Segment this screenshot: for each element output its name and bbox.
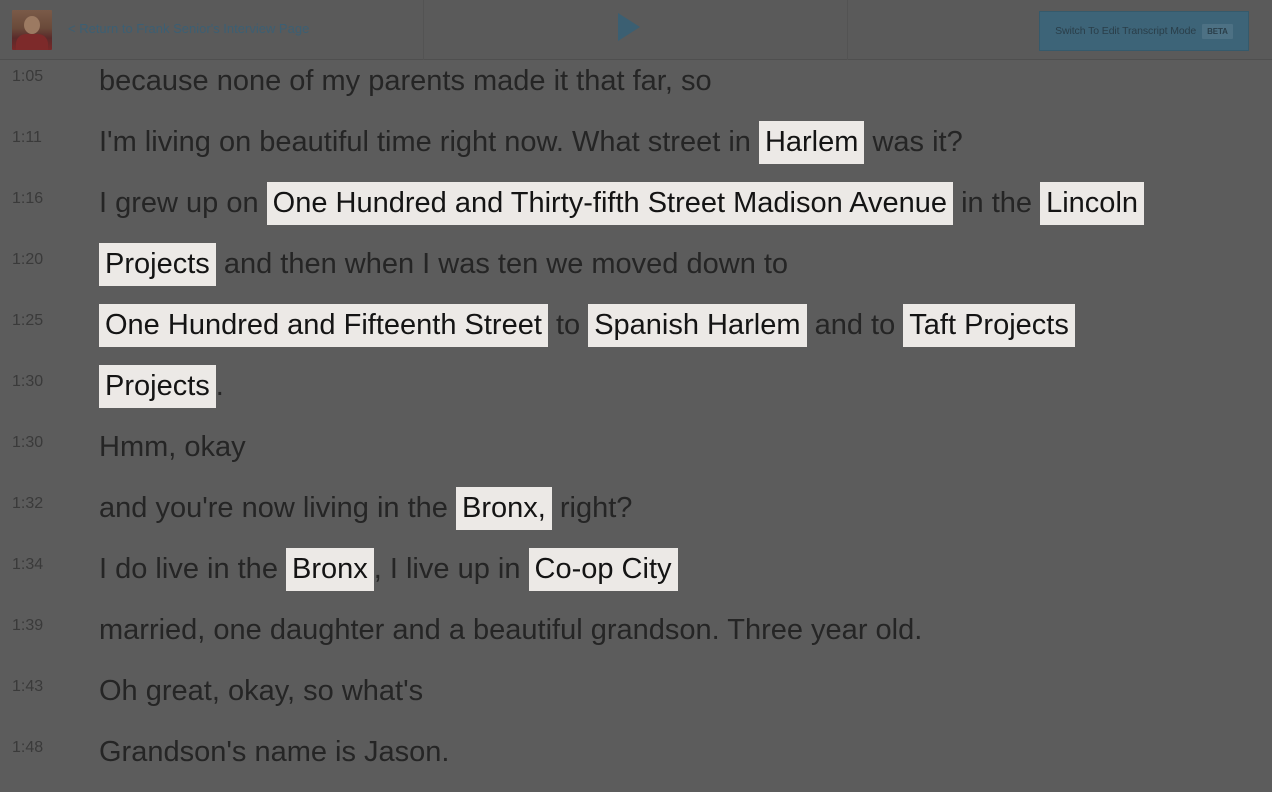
interviewee-avatar[interactable]	[12, 10, 52, 50]
transcript-text: Hmm, okay	[99, 429, 246, 465]
timestamp[interactable]: 1:25	[12, 312, 43, 330]
highlighted-place-name[interactable]: One Hundred and Fifteenth Street	[99, 304, 548, 347]
transcript-line: 1:34 I do live in the Bronx, I live up in…	[0, 548, 1272, 609]
timestamp[interactable]: 1:39	[12, 617, 43, 635]
beta-badge: BETA	[1202, 23, 1233, 39]
highlighted-place-name[interactable]: Projects	[99, 365, 216, 408]
transcript-line: 1:32 and you're now living in the Bronx, …	[0, 487, 1272, 548]
timestamp[interactable]: 1:48	[12, 739, 43, 757]
transcript-text: because none of my parents made it that …	[99, 63, 712, 99]
timestamp[interactable]: 1:30	[12, 434, 43, 452]
transcript-segment: Oh great, okay, so what's	[99, 675, 424, 707]
highlighted-place-name[interactable]: Co-op City	[528, 548, 678, 591]
transcript-line: 1:05 because none of my parents made it t…	[0, 60, 1272, 121]
transcript-text: I do live in the Bronx, I live up in Co-…	[99, 548, 678, 591]
highlighted-place-name[interactable]: Taft Projects	[903, 304, 1075, 347]
timestamp[interactable]: 1:11	[12, 129, 42, 147]
transcript-segment: in the	[953, 187, 1041, 219]
transcript-text: and you're now living in the Bronx, righ…	[99, 487, 633, 530]
transcript-segment: I do live in the	[99, 553, 286, 585]
transcript-segment: .	[215, 370, 224, 402]
highlighted-place-name[interactable]: Bronx,	[455, 487, 552, 530]
transcript-text: married, one daughter and a beautiful gr…	[99, 612, 922, 648]
highlighted-place-name[interactable]: One Hundred and Thirty-fifth Street Madi…	[266, 182, 954, 225]
avatar-body-shape	[16, 34, 48, 50]
transcript-text: I grew up on One Hundred and Thirty-fift…	[99, 182, 1145, 225]
transcript-segment: and to	[806, 309, 904, 341]
transcript-segment: was it?	[864, 126, 963, 158]
timestamp[interactable]: 1:20	[12, 251, 43, 269]
highlighted-place-name[interactable]: Projects	[99, 243, 216, 286]
transcript-line: 1:16 I grew up on One Hundred and Thirty-…	[0, 182, 1272, 243]
timestamp[interactable]: 1:30	[12, 373, 43, 391]
switch-edit-mode-label: Switch To Edit Transcript Mode	[1055, 25, 1197, 37]
highlighted-place-name[interactable]: Bronx	[286, 548, 374, 591]
transcript-segment: Grandson's name is Jason.	[99, 736, 450, 768]
timestamp[interactable]: 1:43	[12, 678, 43, 696]
return-to-interview-link[interactable]: < Return to Frank Senior's Interview Pag…	[68, 21, 309, 36]
transcript-segment: right?	[551, 492, 633, 524]
top-toolbar: < Return to Frank Senior's Interview Pag…	[0, 0, 1272, 60]
play-icon	[618, 13, 640, 41]
transcript-segment: to	[547, 309, 589, 341]
timestamp[interactable]: 1:34	[12, 556, 43, 574]
highlighted-place-name[interactable]: Lincoln	[1040, 182, 1145, 225]
transcript-segment: , I live up in	[373, 553, 529, 585]
highlighted-place-name[interactable]: Spanish Harlem	[588, 304, 807, 347]
transcript-line: 1:25 One Hundred and Fifteenth Street to …	[0, 304, 1272, 365]
toolbar-divider	[847, 0, 848, 60]
transcript-text: One Hundred and Fifteenth Street to Span…	[99, 304, 1075, 347]
transcript-line: 1:43 Oh great, okay, so what's	[0, 670, 1272, 731]
timestamp[interactable]: 1:16	[12, 190, 43, 208]
transcript-line: 1:20 Projects and then when I was ten we …	[0, 243, 1272, 304]
switch-edit-mode-button[interactable]: Switch To Edit Transcript Mode BETA	[1039, 11, 1249, 51]
timestamp[interactable]: 1:32	[12, 495, 43, 513]
transcript-segment: and you're now living in the	[99, 492, 456, 524]
toolbar-divider	[423, 0, 424, 60]
transcript-segment: and then when I was ten we moved down to	[215, 248, 789, 280]
transcript-text: I'm living on beautiful time right now. …	[99, 121, 963, 164]
transcript-line: 1:30 Hmm, okay	[0, 426, 1272, 487]
transcript-segment: I'm living on beautiful time right now. …	[99, 126, 759, 158]
timestamp[interactable]: 1:05	[12, 68, 43, 86]
transcript-segment: I grew up on	[99, 187, 267, 219]
transcript-line: 1:11 I'm living on beautiful time right n…	[0, 121, 1272, 182]
transcript-list: 1:05 because none of my parents made it t…	[0, 60, 1272, 792]
play-button[interactable]	[613, 10, 645, 44]
avatar-head-shape	[24, 16, 40, 34]
transcript-line: 1:30 Projects.	[0, 365, 1272, 426]
transcript-line: 1:39 married, one daughter and a beautifu…	[0, 609, 1272, 670]
transcript-text: Projects and then when I was ten we move…	[99, 243, 789, 286]
transcript-line: 1:48 Grandson's name is Jason.	[0, 731, 1272, 792]
transcript-text: Projects.	[99, 365, 224, 408]
transcript-segment: because none of my parents made it that …	[99, 65, 712, 97]
transcript-text: Grandson's name is Jason.	[99, 734, 450, 770]
transcript-segment: Hmm, okay	[99, 431, 246, 463]
highlighted-place-name[interactable]: Harlem	[758, 121, 865, 164]
transcript-segment: married, one daughter and a beautiful gr…	[99, 614, 923, 646]
transcript-text: Oh great, okay, so what's	[99, 673, 423, 709]
